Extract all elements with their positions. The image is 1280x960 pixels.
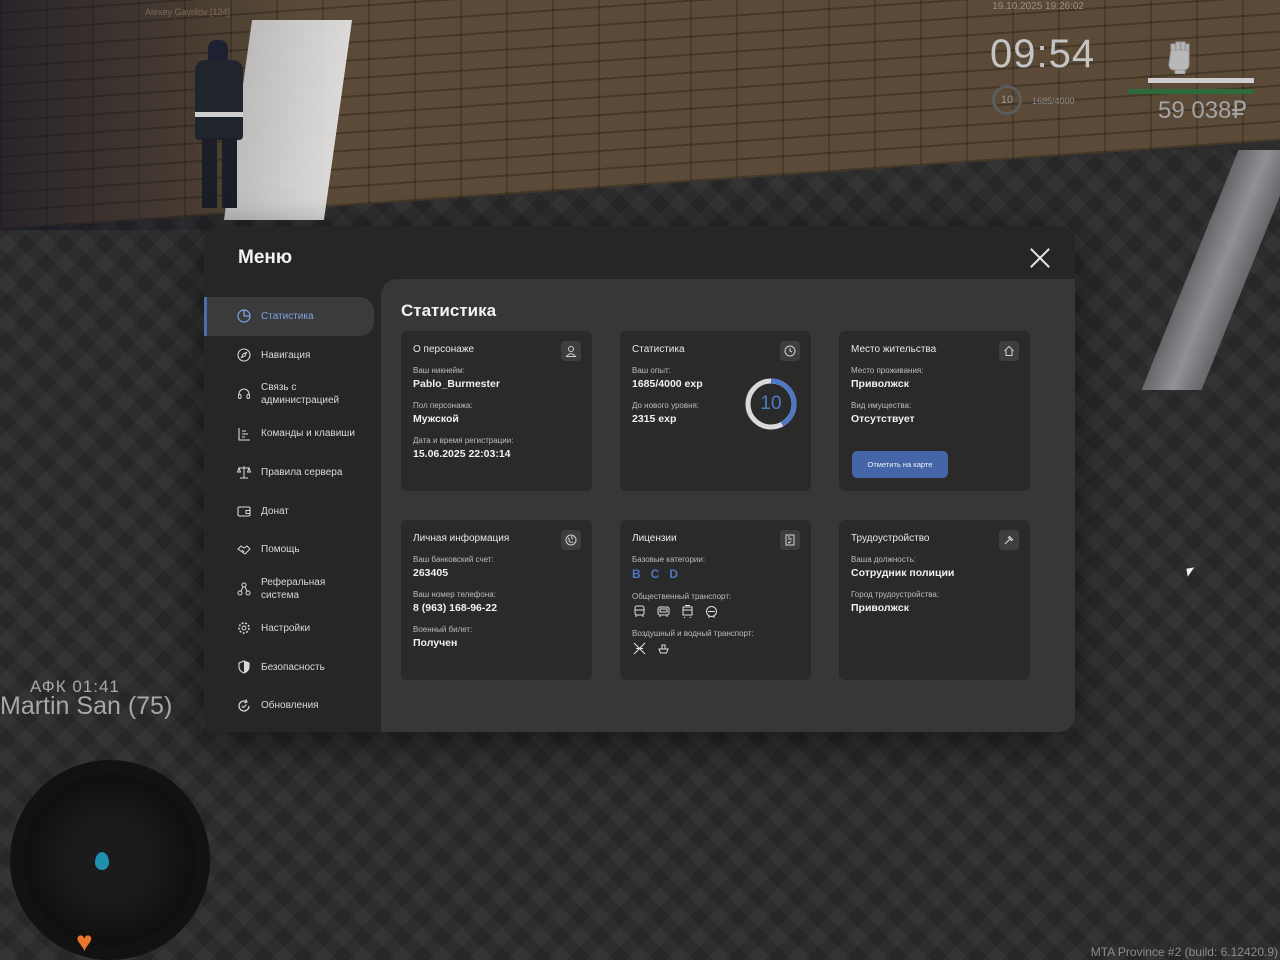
globe-icon <box>561 530 581 550</box>
network-icon <box>236 581 252 597</box>
refresh-icon <box>236 698 252 714</box>
sidebar-item-security[interactable]: Безопасность <box>204 648 381 687</box>
hammer-icon <box>999 530 1019 550</box>
card-title: Лицензии <box>632 533 677 544</box>
category-c: C <box>650 567 660 581</box>
build-version: MTA Province #2 (build: 6.12420.9) <box>1090 945 1278 959</box>
compass-icon <box>236 347 252 363</box>
sidebar-item-statistics[interactable]: Статистика <box>204 297 374 336</box>
menu-modal: Меню Статистика Навигация Связь с админи… <box>204 226 1075 732</box>
tram-icon <box>680 604 694 618</box>
level-value: 10 <box>760 393 782 414</box>
bus-icon <box>632 604 646 618</box>
menu-sidebar: Статистика Навигация Связь с администрац… <box>204 297 381 725</box>
registration-value: 15.06.2025 22:03:14 <box>413 448 511 460</box>
shield-icon <box>236 659 252 675</box>
page-title: Статистика <box>401 301 497 320</box>
statistics-card: Статистика Ваш опыт: 1685/4000 exp До но… <box>620 331 811 491</box>
keyboard-icon <box>236 426 252 442</box>
handshake-icon <box>236 542 252 558</box>
license-icon <box>780 530 800 550</box>
job-position-value: Сотрудник полиции <box>851 567 955 579</box>
hud-money: 59 038₽ <box>1158 97 1247 124</box>
property-value: Отсутствует <box>851 413 915 425</box>
trolleybus-icon <box>704 604 718 618</box>
chart-icon <box>236 308 252 324</box>
bank-account-value: 263405 <box>413 567 449 579</box>
category-d: D <box>669 567 679 581</box>
air-water-transport-icons <box>632 641 799 655</box>
wallet-icon <box>236 503 252 519</box>
close-icon[interactable] <box>1029 247 1051 269</box>
nickname-value: Pablo_Burmester <box>413 378 500 390</box>
gear-icon <box>236 620 252 636</box>
heart-icon: ♥ <box>76 926 93 957</box>
sidebar-item-donate[interactable]: Донат <box>204 492 381 531</box>
phone-value: 8 (963) 168-96-22 <box>413 602 498 614</box>
card-title: Статистика <box>632 344 685 355</box>
home-icon <box>999 341 1019 361</box>
sidebar-item-navigation[interactable]: Навигация <box>204 336 381 375</box>
sidebar-item-admin-contact[interactable]: Связь с администрацией <box>204 374 381 414</box>
player-nametag: Martin San (75) <box>0 692 173 720</box>
job-city-value: Приволжск <box>851 602 909 614</box>
category-b: B <box>632 567 641 581</box>
statistics-panel: Статистика О персонаже Ваш никнейм: Pabl… <box>381 279 1075 732</box>
boat-icon <box>656 641 670 655</box>
armor-bar <box>1128 89 1254 94</box>
plane-icon <box>632 641 646 655</box>
bus-front-icon <box>656 604 670 618</box>
nearby-player-tag: Alexey Gavrilov [124] <box>145 7 231 17</box>
license-categories: B C D <box>632 567 799 581</box>
fist-icon <box>1163 36 1197 75</box>
level-ring: 10 <box>992 85 1022 115</box>
hud-clock: 09:54 <box>990 32 1096 76</box>
vehicle-wheel <box>10 760 210 960</box>
health-bar <box>1148 78 1254 83</box>
sidebar-item-help[interactable]: Помощь <box>204 530 381 569</box>
sidebar-item-commands[interactable]: Команды и клавиши <box>204 414 381 453</box>
mark-on-map-button[interactable]: Отметить на карте <box>852 451 948 478</box>
hud-datetime: 19.10.2025 19:26:02 <box>992 1 1084 12</box>
hud-exp: 1685/4000 <box>1032 96 1075 106</box>
personal-info-card: Личная информация Ваш банковский счет: 2… <box>401 520 592 680</box>
sidebar-item-updates[interactable]: Обновления <box>204 687 381 726</box>
police-npc <box>190 40 250 210</box>
card-title: Место жительства <box>851 344 937 355</box>
water-drop-icon <box>95 852 109 870</box>
clock-icon <box>780 341 800 361</box>
card-title: Личная информация <box>413 533 510 544</box>
residence-value: Приволжск <box>851 378 909 390</box>
military-id-value: Получен <box>413 637 458 649</box>
gender-value: Мужской <box>413 413 459 425</box>
employment-card: Трудоустройство Ваша должность: Сотрудни… <box>839 520 1030 680</box>
headset-icon <box>236 386 252 402</box>
residence-card: Место жительства Место проживания: Приво… <box>839 331 1030 491</box>
licenses-card: Лицензии Базовые категории: B C D Общест… <box>620 520 811 680</box>
sidebar-item-settings[interactable]: Настройки <box>204 609 381 648</box>
scales-icon <box>236 464 252 480</box>
public-transport-icons <box>632 604 799 618</box>
sidebar-item-referral[interactable]: Реферальная система <box>204 569 381 609</box>
character-card: О персонаже Ваш никнейм: Pablo_Burmester… <box>401 331 592 491</box>
card-title: Трудоустройство <box>851 533 930 544</box>
sidebar-item-rules[interactable]: Правила сервера <box>204 453 381 492</box>
menu-title: Меню <box>238 247 293 268</box>
level-progress-ring: 10 <box>744 377 798 431</box>
mouse-cursor <box>1186 567 1196 577</box>
card-title: О персонаже <box>413 344 475 355</box>
user-icon <box>561 341 581 361</box>
